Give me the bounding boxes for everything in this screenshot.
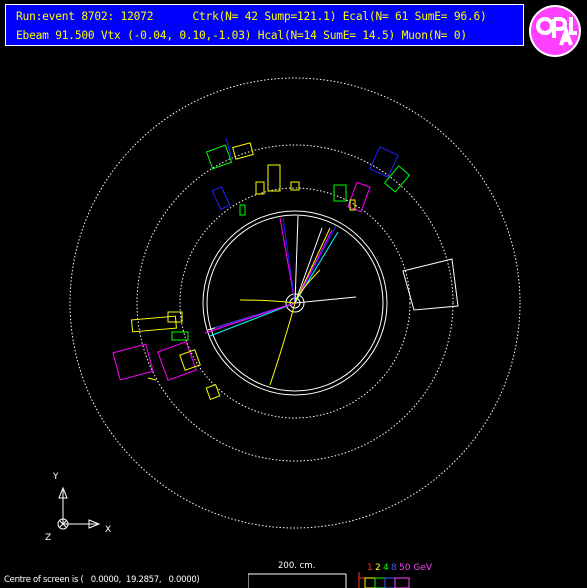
track xyxy=(294,215,299,304)
track xyxy=(269,302,296,386)
y-axis-label: Y xyxy=(52,472,59,482)
energy-label-4: 4 xyxy=(383,563,389,573)
screen-centre-readout: Centre of screen is ( 0.0000, 19.2857, 0… xyxy=(4,575,200,585)
energy-label-50gev: 50 GeV xyxy=(399,563,432,573)
track xyxy=(209,302,296,337)
energy-label-1: 1 xyxy=(367,563,373,573)
energy-label-2: 2 xyxy=(375,563,381,573)
track xyxy=(282,217,296,304)
z-axis-label: Z xyxy=(45,533,51,543)
track xyxy=(204,302,296,334)
track xyxy=(294,269,321,304)
x-axis-label: X xyxy=(105,525,111,535)
scale-bar-label: 200. cm. xyxy=(278,561,316,571)
axis-indicator: Y X Z xyxy=(45,472,111,543)
energy-label-8: 8 xyxy=(391,563,397,573)
track xyxy=(294,296,357,304)
calorimeter-hits xyxy=(112,137,459,400)
